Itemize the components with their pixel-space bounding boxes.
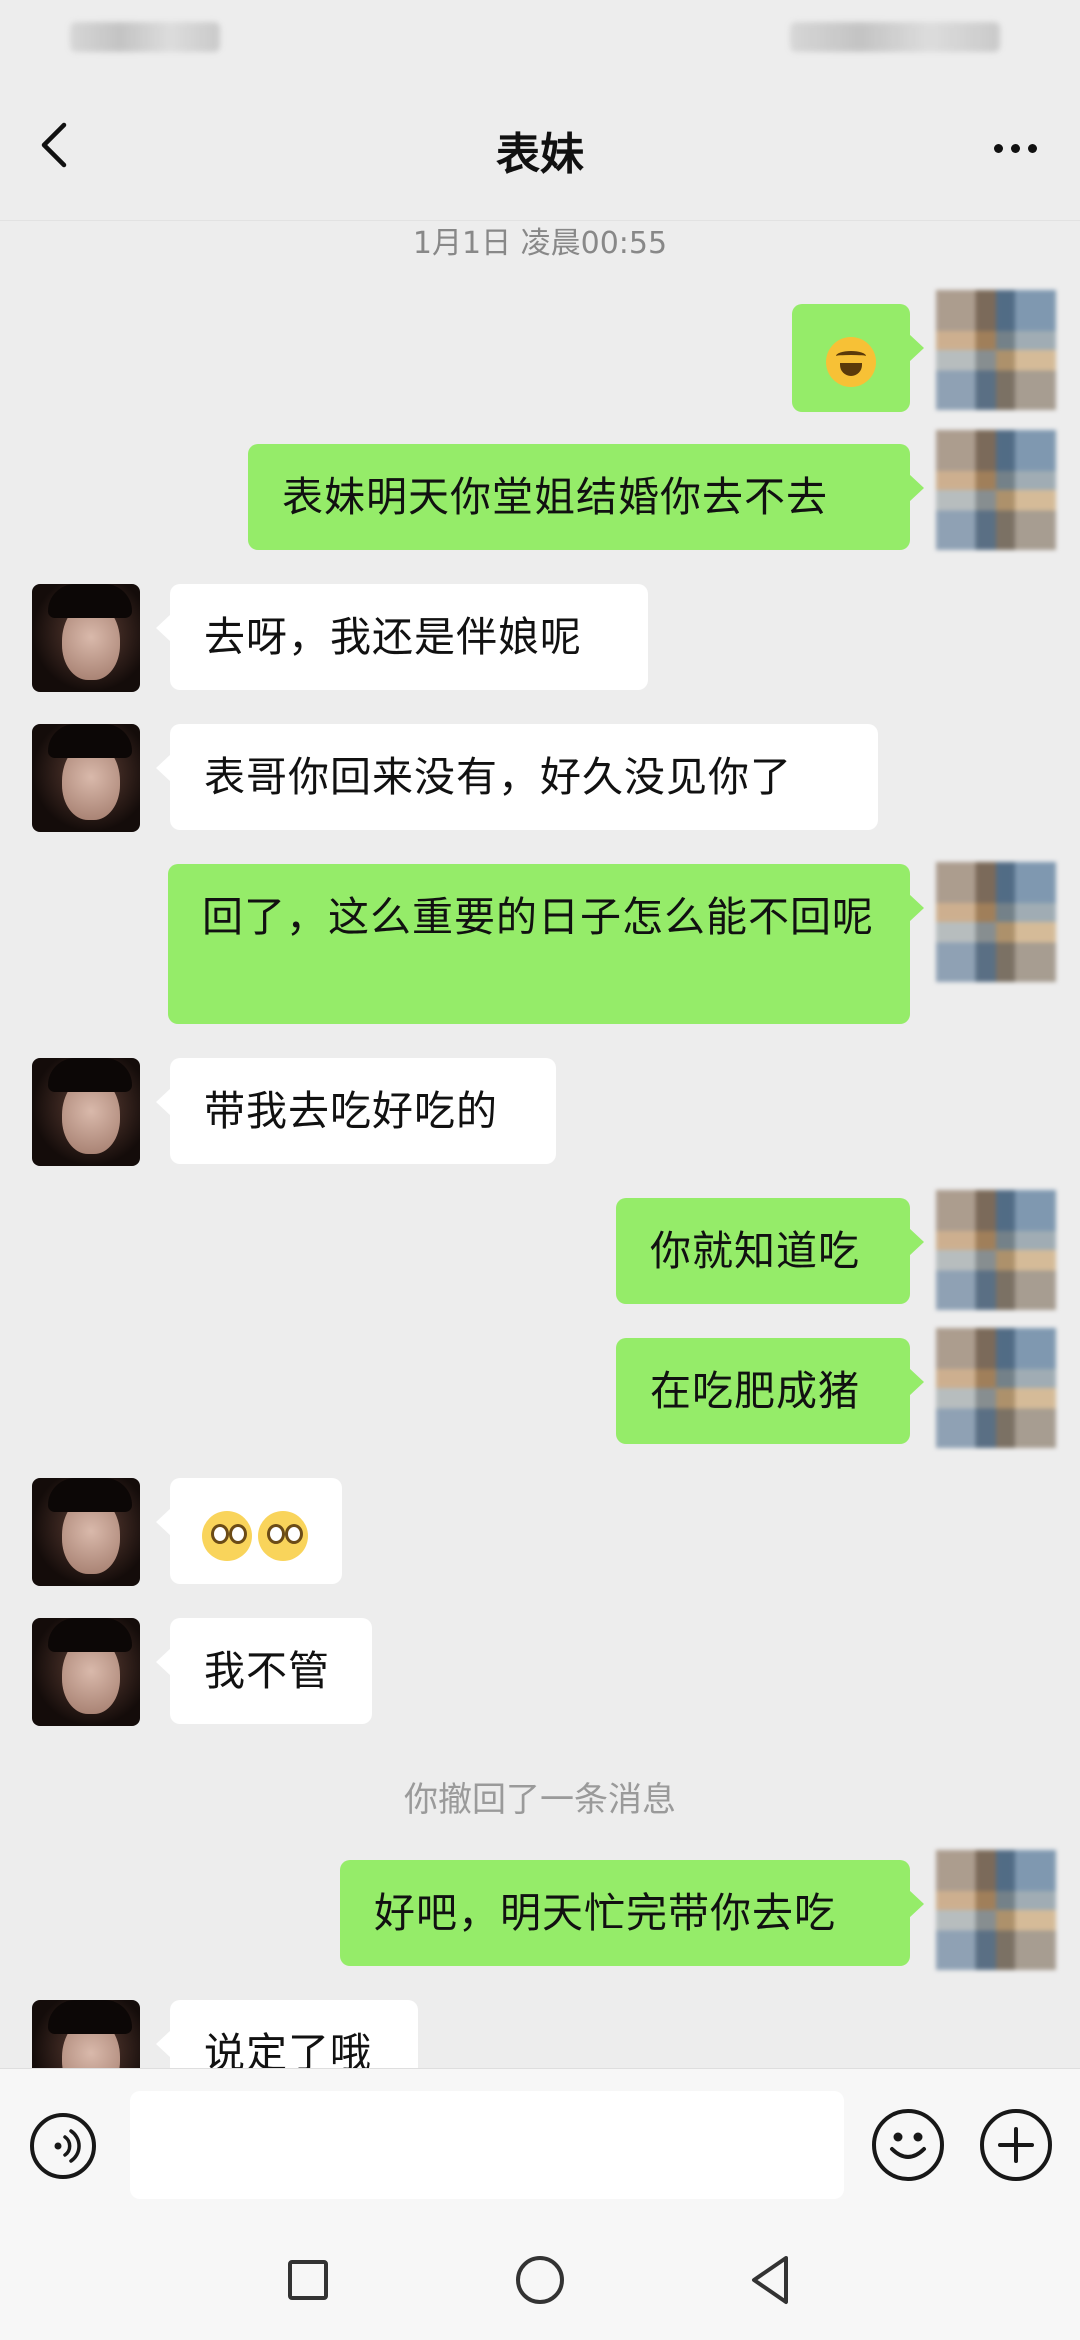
system-nav-bar <box>0 2224 1080 2340</box>
avatar-contact[interactable] <box>32 1058 140 1166</box>
avatar-self[interactable] <box>936 1328 1056 1448</box>
avatar-self[interactable] <box>936 862 1056 982</box>
message-bubble-out[interactable] <box>792 304 924 412</box>
message-bubble-in[interactable]: 去呀，我还是伴娘呢 <box>156 584 648 690</box>
message-bubble-in[interactable]: 我不管 <box>156 1618 372 1724</box>
message-bubble-out[interactable]: 表妹明天你堂姐结婚你去不去 <box>248 444 924 550</box>
message-bubble-out[interactable]: 回了，这么重要的日子怎么能不回呢 <box>168 864 924 1024</box>
triangle-back-icon <box>752 2256 788 2304</box>
more-button[interactable] <box>990 130 1050 160</box>
input-bar <box>0 2068 1080 2225</box>
more-dots-icon <box>994 144 1003 153</box>
status-right-blurred <box>790 22 1000 52</box>
avatar-self[interactable] <box>936 1190 1056 1310</box>
chat-timestamp: 1月1日 凌晨00:55 <box>412 226 668 261</box>
voice-button[interactable] <box>30 2113 96 2179</box>
message-bubble-in[interactable] <box>156 1478 342 1584</box>
message-input[interactable] <box>130 2091 844 2199</box>
pleading-face-emoji-icon <box>258 1511 308 1561</box>
status-bar <box>0 0 1080 70</box>
avatar-contact[interactable] <box>32 584 140 692</box>
message-bubble-out[interactable]: 在吃肥成猪 <box>616 1338 924 1444</box>
avatar-self[interactable] <box>936 1850 1056 1970</box>
page-title: 表妹 <box>496 129 584 180</box>
avatar-contact[interactable] <box>32 724 140 832</box>
home-button[interactable] <box>516 2256 564 2304</box>
recent-apps-button[interactable] <box>288 2260 328 2300</box>
voice-icon <box>54 2129 81 2163</box>
recall-notice: 你撤回了一条消息 <box>404 1780 676 1820</box>
pleading-face-emoji-icon <box>202 1511 252 1561</box>
add-button[interactable] <box>980 2109 1052 2181</box>
message-bubble-out[interactable]: 好吧，明天忙完带你去吃 <box>340 1860 924 1966</box>
chat-header: 表妹 <box>0 70 1080 221</box>
plus-circle-icon <box>998 2127 1034 2163</box>
avatar-contact[interactable] <box>32 1478 140 1586</box>
emoji-button[interactable] <box>872 2109 944 2181</box>
message-bubble-in[interactable]: 带我去吃好吃的 <box>156 1058 556 1164</box>
message-bubble-out[interactable]: 你就知道吃 <box>616 1198 924 1304</box>
avatar-self[interactable] <box>936 290 1056 410</box>
status-left-blurred <box>70 22 220 52</box>
avatar-contact[interactable] <box>32 1618 140 1726</box>
avatar-self[interactable] <box>936 430 1056 550</box>
system-back-button[interactable] <box>748 2254 792 2306</box>
message-bubble-in[interactable]: 表哥你回来没有，好久没见你了 <box>156 724 878 830</box>
laughing-crying-emoji-icon <box>826 337 876 387</box>
smiley-icon <box>890 2132 926 2159</box>
